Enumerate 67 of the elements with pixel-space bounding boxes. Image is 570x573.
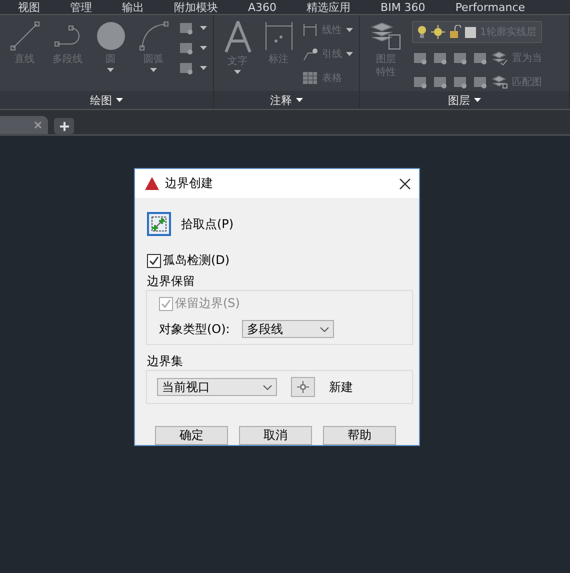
circle-icon [96, 21, 126, 51]
menu-item[interactable]: Performance [455, 2, 526, 12]
layer-tool-icon [432, 51, 448, 65]
shape-icon [178, 61, 194, 75]
layer-tool-icon [472, 51, 488, 65]
menu-item[interactable]: 输出 [122, 2, 144, 12]
layer-tool-icon [412, 51, 428, 65]
dialog-title: 边界创建 [165, 175, 214, 192]
panel-title: 图层 [448, 92, 470, 108]
layer-tool-icon [412, 75, 428, 89]
menu-item[interactable]: 精选应用 [306, 2, 351, 12]
dimension-icon [302, 23, 318, 37]
menu-item[interactable]: 视图 [18, 2, 40, 12]
line-icon [10, 21, 40, 51]
table-icon [302, 71, 318, 85]
layer-tool-icon [452, 51, 468, 65]
crosshair-icon [297, 381, 309, 393]
layer-tool-icon [472, 75, 488, 89]
caret-icon [116, 98, 123, 102]
plus-icon [60, 122, 68, 130]
boundary-set-dropdown[interactable]: 当前视口 [157, 378, 277, 396]
checkbox[interactable] [147, 254, 161, 268]
layer-tool-icon [432, 75, 448, 89]
new-label: 新建 [329, 378, 353, 396]
object-type-label: 对象类型(O): [159, 320, 230, 338]
leader-icon [302, 47, 318, 61]
layer-check-icon [492, 51, 508, 65]
group-title: 边界保留 [147, 273, 196, 290]
caret-icon [200, 66, 207, 70]
dialog-button[interactable]: 取消 [239, 426, 312, 445]
shape-icon [178, 21, 194, 35]
caret-icon [200, 26, 207, 30]
letter-a-icon [222, 21, 252, 53]
new-tab-button[interactable] [54, 118, 74, 134]
new-boundary-set-button[interactable] [291, 377, 315, 397]
panel-title: 绘图 [90, 92, 112, 108]
menu-item[interactable]: A360 [248, 2, 277, 12]
caret-icon [474, 98, 481, 102]
chevron-icon [263, 384, 272, 390]
menu-item[interactable]: 管理 [70, 2, 92, 12]
layer-tool-icon [452, 75, 468, 89]
lightbulb-icon [417, 25, 427, 39]
dialog-button[interactable]: 帮助 [323, 426, 396, 445]
pick-points-label: 拾取点(P) [181, 216, 234, 232]
pick-points-button[interactable] [147, 212, 171, 236]
caret-icon [296, 98, 303, 102]
layers-icon [370, 21, 402, 51]
chevron-icon [320, 326, 329, 332]
menu-item[interactable]: BIM 360 [380, 2, 426, 12]
menu-item[interactable]: 附加模块 [174, 2, 218, 12]
checkbox-label: 保留边界(S) [175, 295, 240, 312]
group-title: 边界集 [147, 353, 184, 370]
pick-points-icon [151, 216, 167, 232]
unlock-icon [449, 25, 461, 39]
dimension-icon [264, 21, 294, 51]
dialog-button[interactable]: 确定 [155, 426, 228, 445]
checkbox-label: 孤岛检测(D) [163, 252, 230, 269]
arc-icon [138, 21, 168, 51]
sun-icon [431, 25, 445, 39]
object-type-dropdown[interactable]: 多段线 [242, 320, 334, 338]
shape-icon [178, 41, 194, 55]
color-swatch-icon [465, 26, 476, 38]
app-logo-icon [145, 177, 159, 190]
layer-match-icon [492, 75, 508, 89]
panel-title: 注释 [270, 92, 292, 108]
close-icon[interactable] [399, 178, 411, 190]
caret-icon [200, 46, 207, 50]
